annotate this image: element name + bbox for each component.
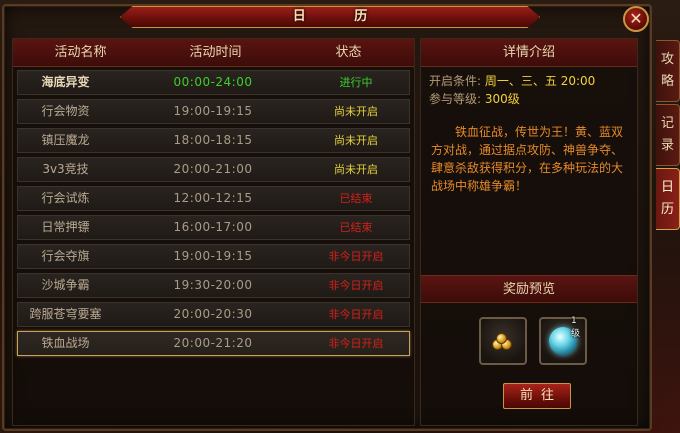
activity-status: 非今日开启 — [328, 337, 384, 350]
reward-preview-header: 奖励预览 — [421, 275, 637, 303]
open-condition-label: 开启条件: — [429, 74, 482, 88]
detail-panel: 详情介绍 开启条件: 周一、三、五 20:00 参与等级: 300级 铁血征战，… — [420, 38, 638, 426]
activity-row[interactable]: 行会物资 19:00-19:15 尚未开启 — [17, 99, 410, 124]
participation-level: 参与等级: 300级 — [429, 91, 520, 107]
activity-name: 跨服苍穹要塞 — [29, 307, 102, 321]
activity-time: 19:30-20:00 — [173, 278, 253, 292]
activity-list-header: 活动名称 活动时间 状态 — [13, 39, 414, 67]
open-condition-value: 周一、三、五 20:00 — [484, 74, 596, 88]
activity-status: 非今日开启 — [328, 279, 384, 292]
activity-time: 20:00-21:20 — [173, 336, 253, 350]
side-tab-label: 略 — [660, 74, 674, 89]
activity-row[interactable]: 铁血战场 20:00-21:20 非今日开启 — [17, 331, 410, 356]
activity-status: 非今日开启 — [328, 308, 384, 321]
activity-row[interactable]: 沙城争霸 19:30-20:00 非今日开启 — [17, 273, 410, 298]
activity-status: 已结束 — [339, 192, 373, 205]
activity-name: 镇压魔龙 — [41, 133, 90, 147]
activity-list-panel: 活动名称 活动时间 状态 海底异变 00:00-24:00 进行中行会物资 19:00… — [12, 38, 415, 426]
activity-row[interactable]: 日常押镖 16:00-17:00 已结束 — [17, 215, 410, 240]
reward-slot-orb[interactable]: 1级 — [539, 316, 587, 365]
side-tab-record[interactable]: 记录 — [656, 104, 680, 166]
activity-status: 非今日开启 — [328, 250, 384, 263]
activity-time: 18:00-18:15 — [173, 133, 253, 147]
activity-row[interactable]: 跨服苍穹要塞 20:00-20:30 非今日开启 — [17, 302, 410, 327]
close-button[interactable]: ✕ — [623, 6, 649, 32]
close-icon: ✕ — [629, 9, 643, 28]
activity-name: 行会夺旗 — [41, 249, 90, 263]
window-title: 日 历 — [292, 9, 390, 24]
gold-coins-icon — [492, 333, 514, 351]
side-tab-label: 日 — [660, 180, 674, 195]
open-condition: 开启条件: 周一、三、五 20:00 — [429, 73, 595, 89]
activity-time: 20:00-21:00 — [173, 162, 253, 176]
activity-name: 3v3竞技 — [42, 162, 89, 176]
activity-row[interactable]: 镇压魔龙 18:00-18:15 尚未开启 — [17, 128, 410, 153]
activity-time: 19:00-19:15 — [173, 104, 253, 118]
activity-time: 16:00-17:00 — [173, 220, 253, 234]
activity-time: 12:00-12:15 — [173, 191, 253, 205]
activity-status: 尚未开启 — [334, 134, 378, 147]
activity-time: 19:00-19:15 — [173, 249, 253, 263]
activity-time: 20:00-20:30 — [173, 307, 253, 321]
side-tab-label: 历 — [660, 202, 674, 217]
activity-status: 尚未开启 — [334, 163, 378, 176]
header-status: 状态 — [335, 45, 362, 60]
activity-name: 行会物资 — [41, 104, 90, 118]
activity-name: 行会试炼 — [41, 191, 90, 205]
go-button[interactable]: 前往 — [503, 383, 571, 409]
reward-level-badge: 1级 — [571, 316, 581, 339]
side-tab-label: 攻 — [660, 52, 674, 67]
activity-row[interactable]: 行会夺旗 19:00-19:15 非今日开启 — [17, 244, 410, 269]
reward-slot-gold[interactable] — [479, 317, 527, 365]
side-tab-label: 录 — [660, 138, 674, 153]
header-activity-name: 活动名称 — [54, 45, 107, 60]
activity-row[interactable]: 行会试炼 12:00-12:15 已结束 — [17, 186, 410, 211]
participation-level-label: 参与等级: — [429, 92, 482, 106]
activity-name: 海底异变 — [41, 75, 90, 89]
activity-row[interactable]: 海底异变 00:00-24:00 进行中 — [17, 70, 410, 95]
detail-header: 详情介绍 — [421, 39, 637, 67]
activity-name: 沙城争霸 — [41, 278, 90, 292]
header-activity-time: 活动时间 — [189, 45, 242, 60]
activity-name: 铁血战场 — [41, 336, 90, 350]
activity-status: 进行中 — [339, 76, 373, 89]
activity-status: 尚未开启 — [334, 105, 378, 118]
side-tab-guide[interactable]: 攻略 — [656, 40, 680, 102]
activity-name: 日常押镖 — [41, 220, 90, 234]
activity-time: 00:00-24:00 — [173, 75, 253, 89]
activity-row[interactable]: 3v3竞技 20:00-21:00 尚未开启 — [17, 157, 410, 182]
side-tab-label: 记 — [660, 116, 674, 131]
side-tab-calendar[interactable]: 日历 — [656, 168, 680, 230]
activity-status: 已结束 — [339, 221, 373, 234]
activity-description: 铁血征战，传世为王！黄、蓝双方对战，通过据点攻防、神兽争夺、肆意杀敌获得积分，在… — [431, 125, 624, 193]
participation-level-value: 300级 — [484, 92, 520, 106]
